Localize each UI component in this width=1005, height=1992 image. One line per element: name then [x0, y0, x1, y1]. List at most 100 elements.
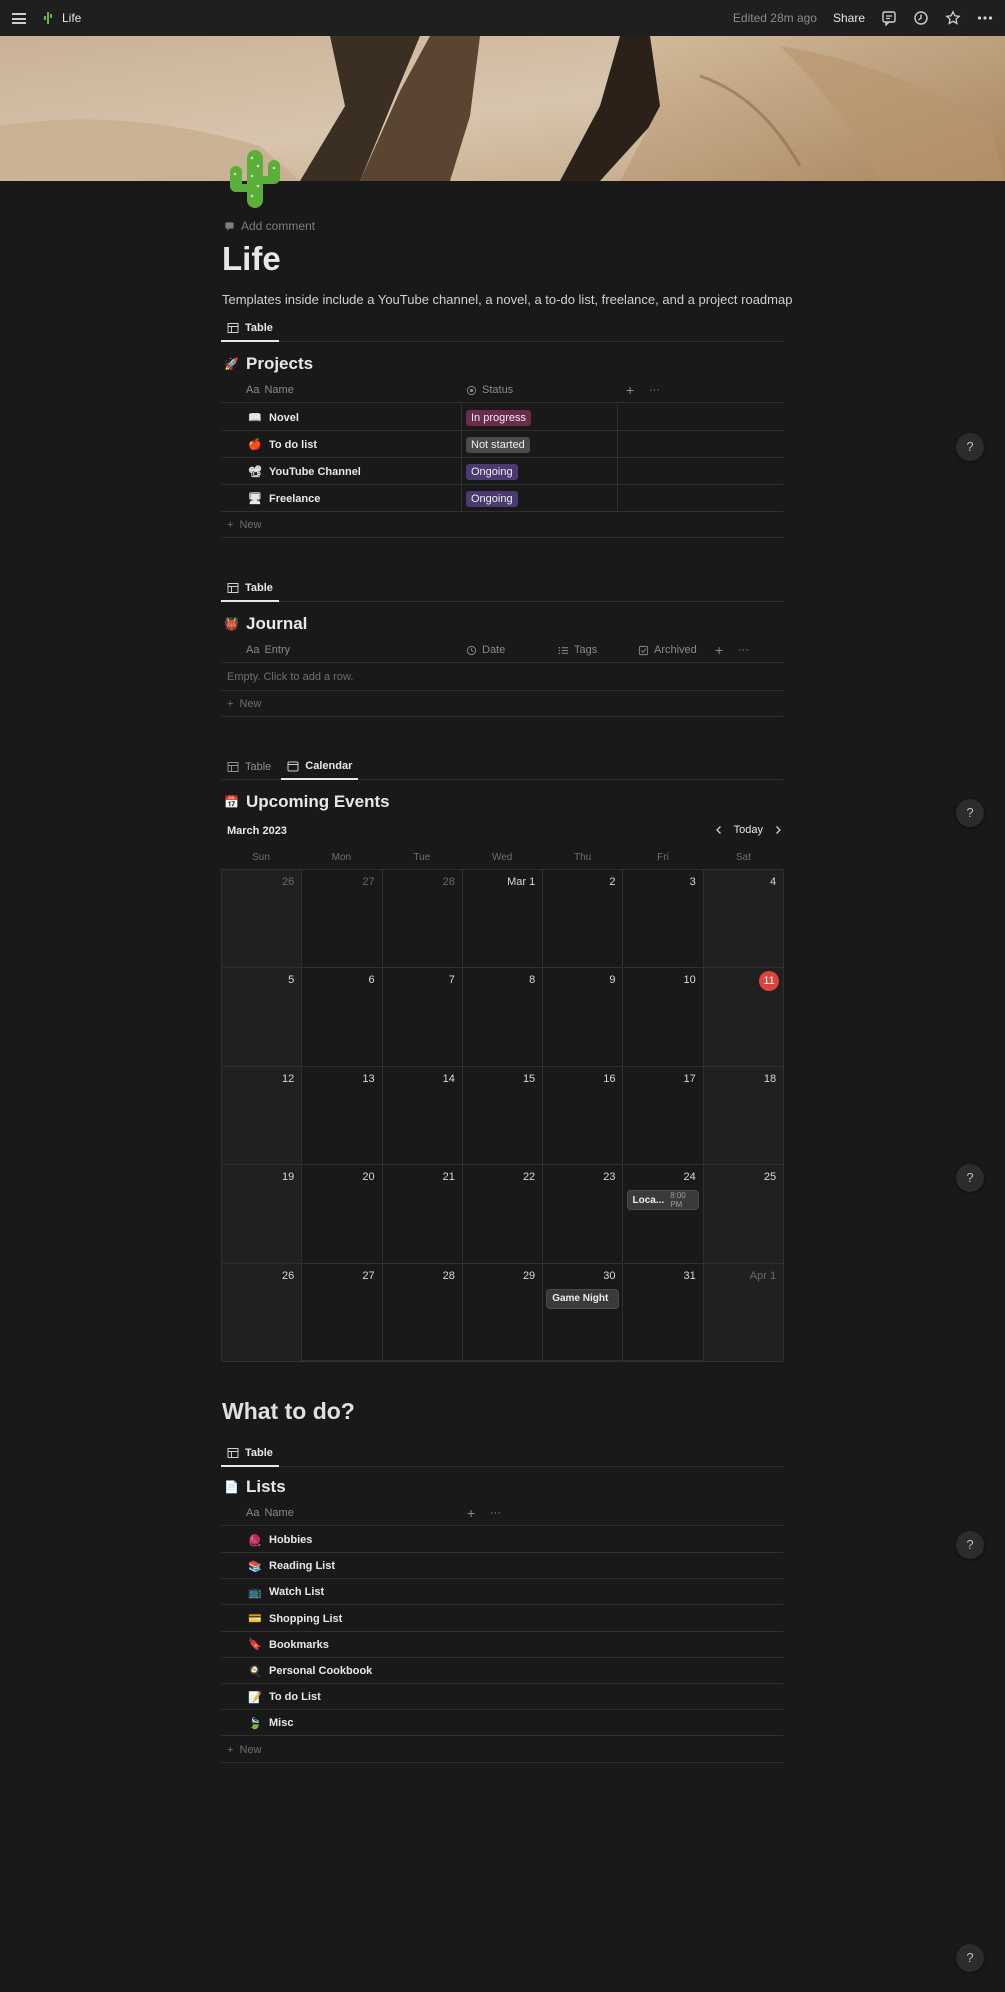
calendar-day[interactable]: Apr 1 [703, 1263, 785, 1362]
section-heading[interactable]: What to do? [222, 1398, 355, 1425]
chevron-right-icon[interactable] [773, 825, 783, 835]
calendar-day[interactable]: 25 [703, 1165, 785, 1264]
new-row-button[interactable]: + New [221, 512, 783, 538]
table-row[interactable]: 📺 Watch List [221, 1579, 783, 1606]
calendar-day[interactable]: 17 [623, 1066, 704, 1166]
more-icon[interactable]: ··· [738, 637, 749, 663]
page-description[interactable]: Templates inside include a YouTube chann… [222, 292, 792, 307]
calendar-day[interactable]: 21 [382, 1165, 463, 1264]
more-icon[interactable]: ··· [490, 1500, 501, 1526]
new-row-button[interactable]: + New [221, 691, 783, 717]
menu-icon[interactable] [12, 12, 26, 24]
page-title[interactable]: Life [222, 240, 281, 278]
new-row-button[interactable]: + New [221, 1737, 783, 1763]
calendar-day[interactable]: 11 [703, 968, 785, 1067]
table-row[interactable]: 🔖 Bookmarks [221, 1632, 783, 1658]
table-row[interactable]: 📚 Reading List [221, 1553, 783, 1580]
database-title[interactable]: 👹 Journal [224, 614, 307, 634]
column-status[interactable]: Status [466, 377, 513, 403]
tab-table[interactable]: Table [221, 576, 279, 602]
tab-calendar[interactable]: Calendar [281, 754, 359, 780]
table-row[interactable]: 📖 Novel In progress [221, 404, 783, 431]
calendar-day[interactable]: 10 [623, 968, 704, 1067]
calendar-day[interactable]: 16 [543, 1066, 624, 1166]
tab-table[interactable]: Table [221, 754, 277, 780]
column-name[interactable]: Aa Name [246, 377, 294, 403]
help-button[interactable]: ? [956, 1944, 984, 1972]
help-button[interactable]: ? [956, 1531, 984, 1559]
status-badge[interactable]: In progress [466, 410, 532, 426]
add-comment-button[interactable]: Add comment [224, 219, 315, 233]
calendar-day[interactable]: 19 [222, 1165, 303, 1264]
calendar-day[interactable]: 2 [543, 870, 624, 969]
status-badge[interactable]: Ongoing [466, 464, 518, 480]
database-title[interactable]: 🚀 Projects [224, 354, 313, 374]
calendar-day[interactable]: 14 [382, 1066, 463, 1166]
calendar-day[interactable]: 18 [703, 1066, 785, 1166]
history-icon[interactable] [913, 10, 929, 26]
help-button[interactable]: ? [956, 1164, 984, 1192]
chevron-left-icon[interactable] [714, 825, 724, 835]
calendar-day[interactable]: 27 [302, 870, 383, 969]
table-row[interactable]: 📝 To do List [221, 1684, 783, 1711]
add-property-icon[interactable]: + [715, 637, 723, 663]
star-icon[interactable] [945, 10, 961, 26]
help-button[interactable]: ? [956, 799, 984, 827]
column-name[interactable]: Aa Name [246, 1500, 294, 1526]
calendar-day[interactable]: 31 [623, 1263, 704, 1362]
calendar-day[interactable]: Mar 1 [462, 870, 544, 969]
empty-state[interactable]: Empty. Click to add a row. [221, 664, 783, 691]
calendar-day[interactable]: 26 [222, 1263, 303, 1362]
add-property-icon[interactable]: + [467, 1500, 475, 1526]
database-title[interactable]: 📄 Lists [224, 1477, 286, 1497]
calendar-day[interactable]: 29 [462, 1263, 544, 1362]
add-property-icon[interactable]: + [626, 377, 634, 403]
calendar-day[interactable]: 3 [623, 870, 704, 969]
column-archived[interactable]: Archived [638, 637, 697, 663]
calendar-day[interactable]: 5 [222, 968, 303, 1067]
table-row[interactable]: 🍎 To do list Not started [221, 431, 783, 458]
help-button[interactable]: ? [956, 433, 984, 461]
status-badge[interactable]: Ongoing [466, 491, 518, 507]
tab-table[interactable]: Table [221, 1441, 279, 1467]
more-icon[interactable] [977, 10, 993, 26]
calendar-day[interactable]: 22 [462, 1165, 544, 1264]
more-icon[interactable]: ··· [649, 377, 660, 403]
calendar-day[interactable]: 28 [382, 1263, 463, 1362]
calendar-day[interactable]: 9 [543, 968, 624, 1067]
calendar-day[interactable]: 30 Game Night [543, 1263, 624, 1362]
calendar-day[interactable]: 12 [222, 1066, 303, 1166]
calendar-day[interactable]: 8 [462, 968, 544, 1067]
column-entry[interactable]: Aa Entry [246, 637, 290, 663]
share-button[interactable]: Share [833, 11, 865, 25]
table-row[interactable]: 💳 Shopping List [221, 1606, 783, 1632]
calendar-day[interactable]: 24 Loca... 8:00 PM [623, 1165, 704, 1264]
column-date[interactable]: Date [466, 637, 505, 663]
calendar-event[interactable]: Game Night [547, 1289, 619, 1308]
calendar-day[interactable]: 20 [302, 1165, 383, 1264]
calendar-day[interactable]: 23 [543, 1165, 624, 1264]
calendar-day[interactable]: 28 [382, 870, 463, 969]
table-row[interactable]: 🖥 Freelance Ongoing [221, 485, 783, 512]
calendar-day[interactable]: 27 [302, 1263, 383, 1362]
table-row[interactable]: 🍃 Misc [221, 1710, 783, 1737]
tab-table[interactable]: Table [221, 316, 279, 342]
table-row[interactable]: 🧶 Hobbies [221, 1527, 783, 1553]
calendar-day[interactable]: 4 [703, 870, 785, 969]
calendar-day[interactable]: 7 [382, 968, 463, 1067]
calendar-day[interactable]: 15 [462, 1066, 544, 1166]
status-badge[interactable]: Not started [466, 437, 530, 453]
table-row[interactable]: 🍳 Personal Cookbook [221, 1658, 783, 1684]
table-row[interactable]: 📽 YouTube Channel Ongoing [221, 458, 783, 485]
column-tags[interactable]: Tags [558, 637, 597, 663]
breadcrumb[interactable]: Life [40, 10, 81, 26]
comments-icon[interactable] [881, 10, 897, 26]
calendar-day[interactable]: 6 [302, 968, 383, 1067]
database-title[interactable]: 📅 Upcoming Events [224, 792, 390, 812]
calendar-event[interactable]: Loca... 8:00 PM [627, 1191, 698, 1210]
calendar-day[interactable]: 13 [302, 1066, 383, 1166]
today-button[interactable]: Today [734, 824, 763, 836]
calendar-day[interactable]: 26 [222, 870, 303, 969]
cover-image[interactable] [0, 36, 1005, 181]
cactus-icon[interactable] [222, 146, 286, 210]
